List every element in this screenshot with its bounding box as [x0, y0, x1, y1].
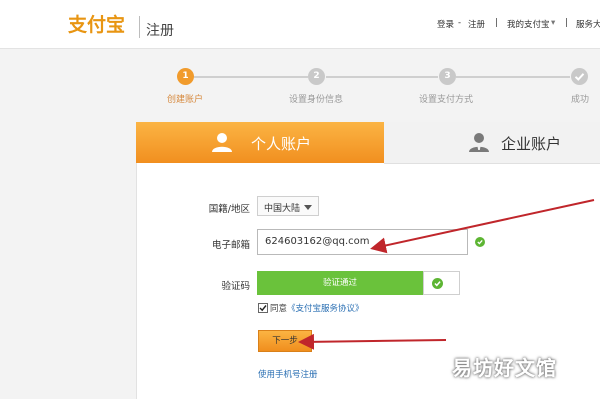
checkmark-icon [574, 73, 585, 81]
email-label: 电子邮箱 [211, 240, 250, 251]
top-bar: 支付宝 注册 登录 - 注册 | 我的支付宝 ▾ | 服务大 [0, 0, 600, 49]
nav-service-link[interactable]: 服务大 [576, 18, 600, 30]
logo-divider [139, 16, 140, 38]
tab-business-label: 企业账户 [501, 135, 562, 153]
step-4-indicator [571, 68, 588, 85]
next-step-button[interactable]: 下一步 [258, 330, 312, 352]
email-valid-check-icon [475, 237, 485, 247]
step-2-indicator: 2 [308, 68, 325, 85]
agree-prefix: 同意 [270, 304, 288, 314]
step-connector [456, 76, 570, 78]
service-agreement-link[interactable]: 《支付宝服务协议》 [287, 304, 364, 314]
tab-personal-account[interactable]: 个人账户 [136, 122, 384, 163]
nav-my-alipay-link[interactable]: 我的支付宝 [507, 18, 550, 30]
tab-personal-label: 个人账户 [251, 135, 312, 153]
step-connector [326, 76, 438, 78]
nav-register-link[interactable]: 注册 [468, 18, 485, 30]
alipay-logo[interactable]: 支付宝 [68, 10, 125, 37]
captcha-passed-check-icon [432, 278, 443, 289]
step-2-label: 设置身份信息 [289, 95, 344, 105]
chevron-down-icon[interactable]: ▾ [551, 18, 555, 28]
page-tag: 注册 [146, 23, 174, 39]
region-value: 中国大陆 [264, 204, 301, 214]
step-3-label: 设置支付方式 [419, 95, 474, 105]
region-select[interactable]: 中国大陆 [257, 196, 319, 216]
agree-text: 同意《支付宝服务协议》 [270, 302, 364, 314]
captcha-status-box [423, 271, 460, 295]
step-connector [194, 76, 308, 78]
step-4-label: 成功 [571, 95, 590, 105]
nav-separator: | [495, 18, 498, 28]
step-1-indicator: 1 [177, 68, 194, 85]
business-user-icon [469, 133, 489, 152]
nav-login-link[interactable]: 登录 [437, 18, 454, 30]
region-label: 国籍/地区 [208, 204, 250, 215]
tab-business-account[interactable]: 企业账户 [384, 122, 600, 164]
captcha-label: 验证码 [221, 281, 250, 292]
agree-checkbox[interactable] [258, 303, 268, 313]
watermark-text: 易坊好文馆 [452, 356, 557, 380]
step-3-indicator: 3 [439, 68, 456, 85]
nav-separator: - [458, 18, 462, 28]
step-1-label: 创建账户 [167, 95, 204, 105]
email-field[interactable]: 624603162@qq.com [257, 229, 468, 255]
caret-down-icon [304, 205, 312, 210]
nav-separator: | [565, 18, 568, 28]
register-with-phone-link[interactable]: 使用手机号注册 [258, 368, 318, 380]
captcha-slider[interactable]: 验证通过 [257, 271, 423, 295]
user-icon [212, 133, 232, 152]
